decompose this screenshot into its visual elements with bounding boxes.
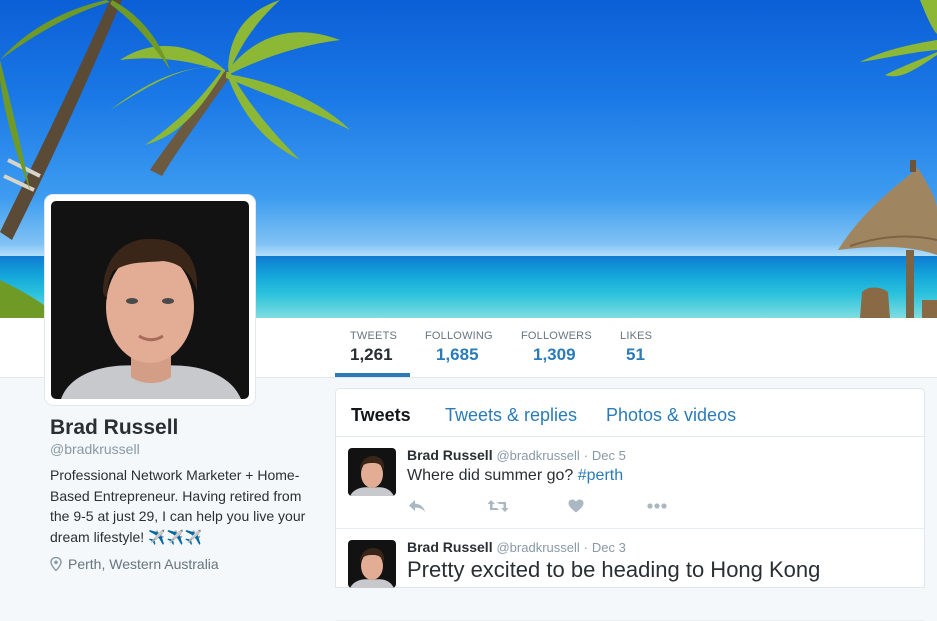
heart-icon[interactable] [568,499,584,513]
avatar-image [51,201,249,399]
tab-photos-videos[interactable]: Photos & videos [606,405,736,426]
tweet-separator: · [583,448,588,463]
tweet-hashtag[interactable]: #perth [578,467,623,484]
stat-label: FOLLOWING [425,330,493,342]
tweet-actions [407,499,667,515]
tweet-author-handle[interactable]: @bradkrussell [496,448,579,463]
more-icon[interactable] [647,503,667,509]
profile-bio: Professional Network Marketer + Home-Bas… [50,465,318,547]
tweet-author-handle[interactable]: @bradkrussell [496,540,579,555]
timeline-tabs: Tweets Tweets & replies Photos & videos [336,389,924,437]
profile-handle[interactable]: @bradkrussell [50,441,140,457]
retweet-icon[interactable] [487,499,509,513]
bio-emoji: ✈️✈️✈️ [148,528,204,545]
tweet-text: Where did summer go? #perth [407,467,623,485]
stat-label: FOLLOWERS [521,330,592,342]
tweet-separator: · [583,540,588,555]
tweet-author-name[interactable]: Brad Russell [407,447,493,463]
tweet-avatar[interactable] [348,448,396,496]
tweet-date[interactable]: Dec 5 [592,448,626,463]
tweet-author-name[interactable]: Brad Russell [407,539,493,555]
profile-name[interactable]: Brad Russell [50,416,178,440]
tweet-avatar-image [348,540,396,588]
tweet-header: Brad Russell @bradkrussell · Dec 5 [407,447,626,463]
tweet-text: Pretty excited to be heading to Hong Kon… [407,557,820,583]
profile-avatar[interactable] [45,195,255,405]
tweet-body: Where did summer go? [407,467,574,484]
reply-icon[interactable] [408,499,426,513]
active-stat-indicator [335,373,410,377]
stat-value: 1,685 [436,345,479,364]
stat-followers[interactable]: FOLLOWERS 1,309 [521,330,592,365]
stat-value: 1,261 [350,345,393,364]
tweet-avatar[interactable] [348,540,396,588]
stat-label: TWEETS [350,330,398,342]
stat-label: LIKES [620,330,653,342]
stat-value: 51 [626,345,645,364]
tweet-header: Brad Russell @bradkrussell · Dec 3 [407,539,626,555]
timeline: Tweets Tweets & replies Photos & videos … [335,388,925,621]
location-pin-icon [50,557,62,571]
stat-following[interactable]: FOLLOWING 1,685 [425,330,493,365]
tab-tweets[interactable]: Tweets [351,405,411,426]
tweet[interactable]: Brad Russell @bradkrussell · Dec 3 Prett… [336,529,924,621]
tweet-date[interactable]: Dec 3 [592,540,626,555]
tweet-avatar-image [348,448,396,496]
tweet[interactable]: Brad Russell @bradkrussell · Dec 5 Where… [336,437,924,529]
stat-value: 1,309 [533,345,576,364]
tab-tweets-replies[interactable]: Tweets & replies [445,405,577,426]
stat-tweets[interactable]: TWEETS 1,261 [350,330,397,365]
stat-likes[interactable]: LIKES 51 [620,330,652,365]
